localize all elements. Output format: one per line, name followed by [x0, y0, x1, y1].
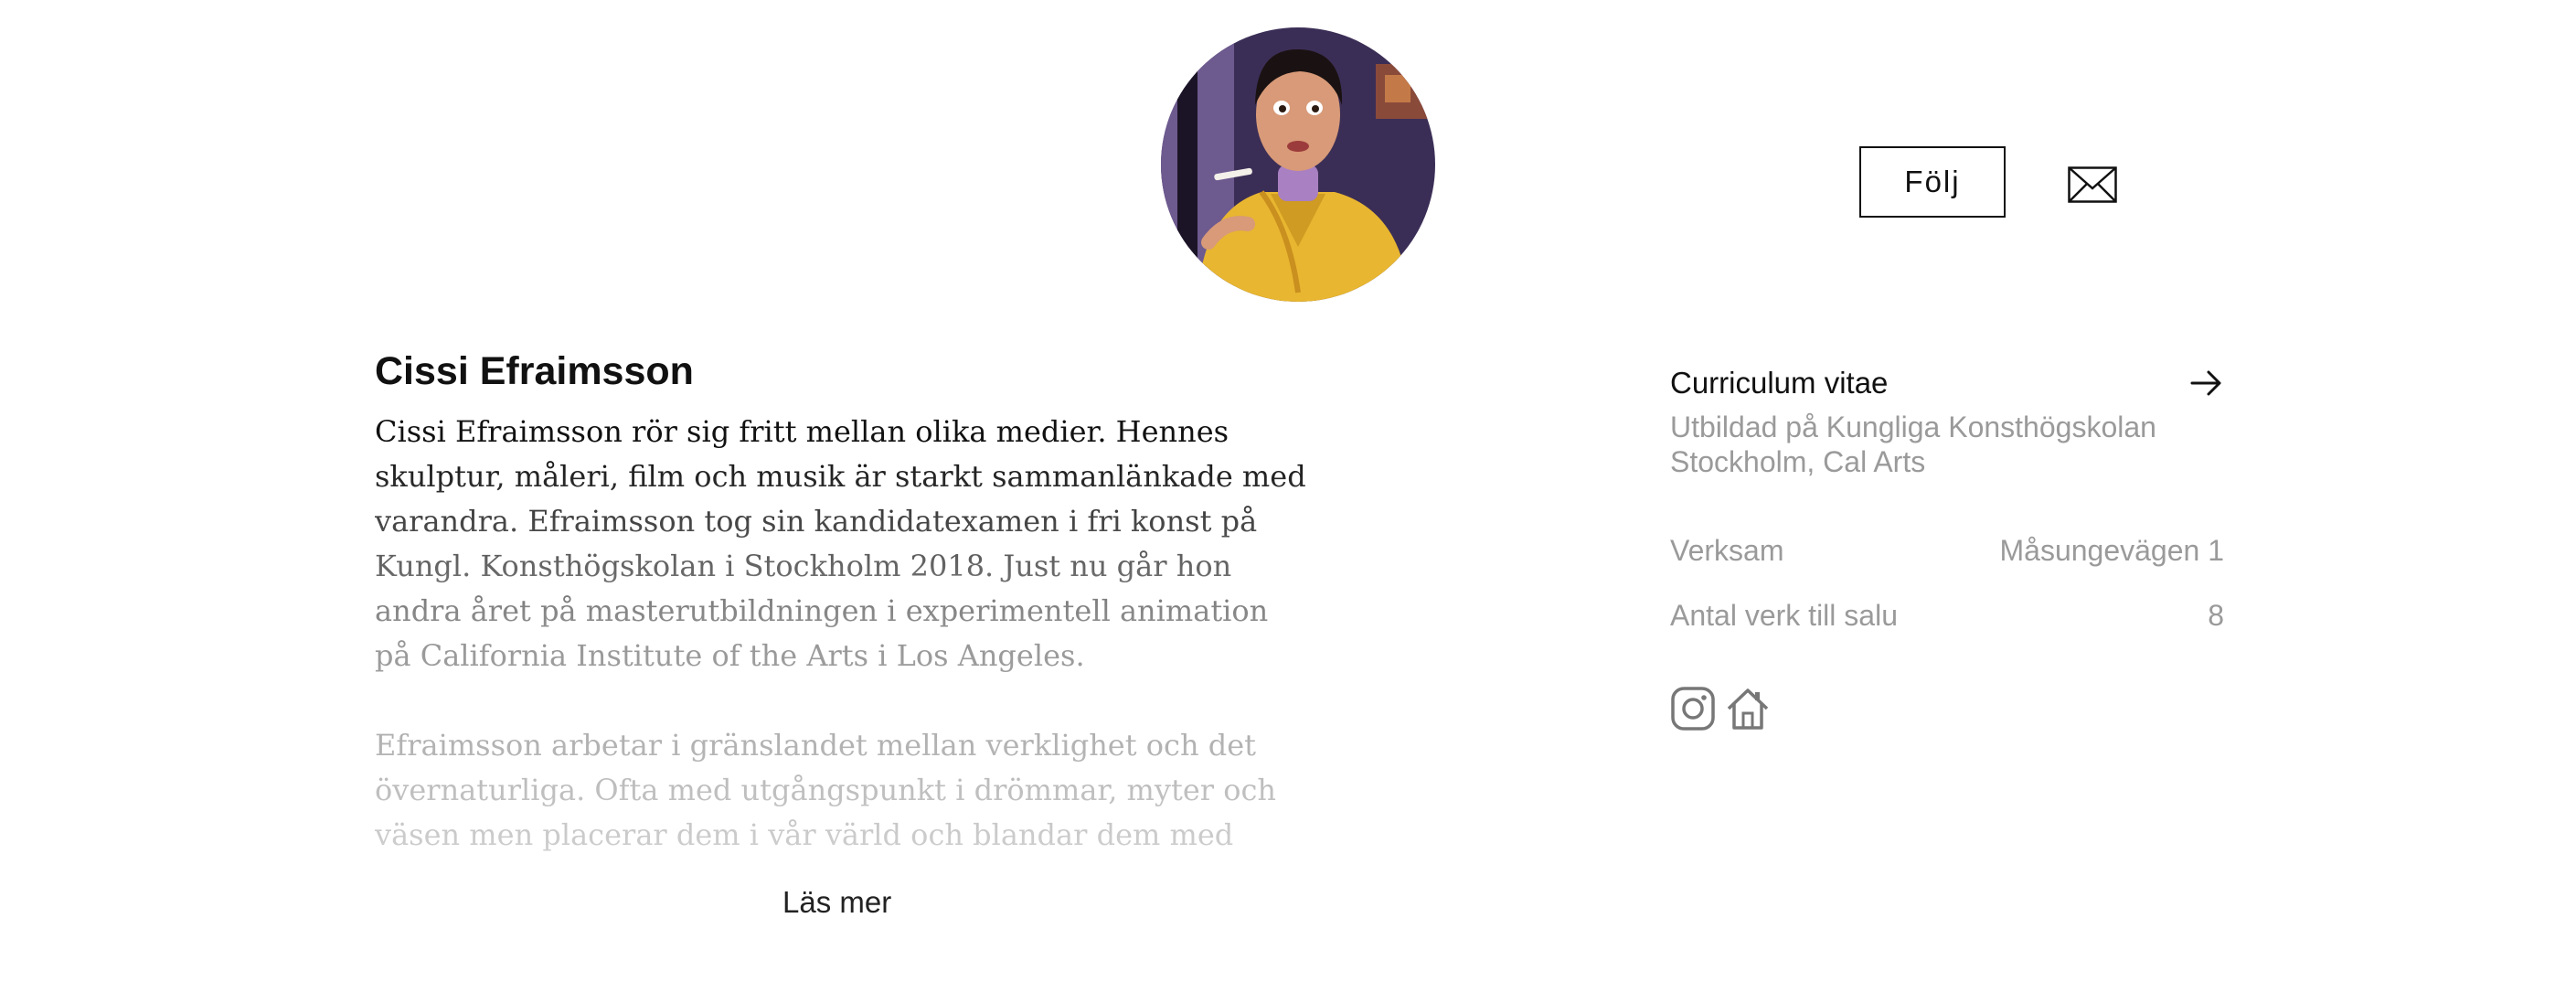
read-more-link[interactable]: Läs mer: [782, 885, 891, 920]
info-value: 8: [2208, 599, 2224, 632]
info-label: Antal verk till salu: [1670, 599, 1898, 632]
cv-description: Utbildad på Kungliga Konsthögskolan Stoc…: [1670, 411, 2156, 478]
cv-title: Curriculum vitae: [1670, 366, 1889, 400]
artist-avatar: [1161, 27, 1435, 302]
social-links: [1670, 686, 1771, 731]
info-value: Måsungevägen 1: [1999, 534, 2224, 567]
artist-name: Cissi Efraimsson: [375, 349, 694, 393]
bio-paragraph: Efraimsson arbetar i gränslandet mellan …: [375, 728, 1277, 852]
artist-bio: Cissi Efraimsson rör sig fritt mellan ol…: [375, 410, 1307, 852]
info-row-works-for-sale: Antal verk till salu 8: [1670, 599, 2224, 633]
bio-paragraph: Cissi Efraimsson rör sig fritt mellan ol…: [375, 414, 1306, 673]
info-label: Verksam: [1670, 534, 1784, 567]
home-icon[interactable]: [1725, 686, 1771, 731]
follow-button[interactable]: Följ: [1859, 146, 2006, 218]
arrow-right-icon: [2189, 366, 2224, 400]
instagram-icon[interactable]: [1670, 686, 1716, 731]
mail-icon[interactable]: [2068, 166, 2117, 203]
cv-link[interactable]: Curriculum vitae: [1670, 362, 2224, 404]
info-row-verksam: Verksam Måsungevägen 1: [1670, 534, 2224, 568]
